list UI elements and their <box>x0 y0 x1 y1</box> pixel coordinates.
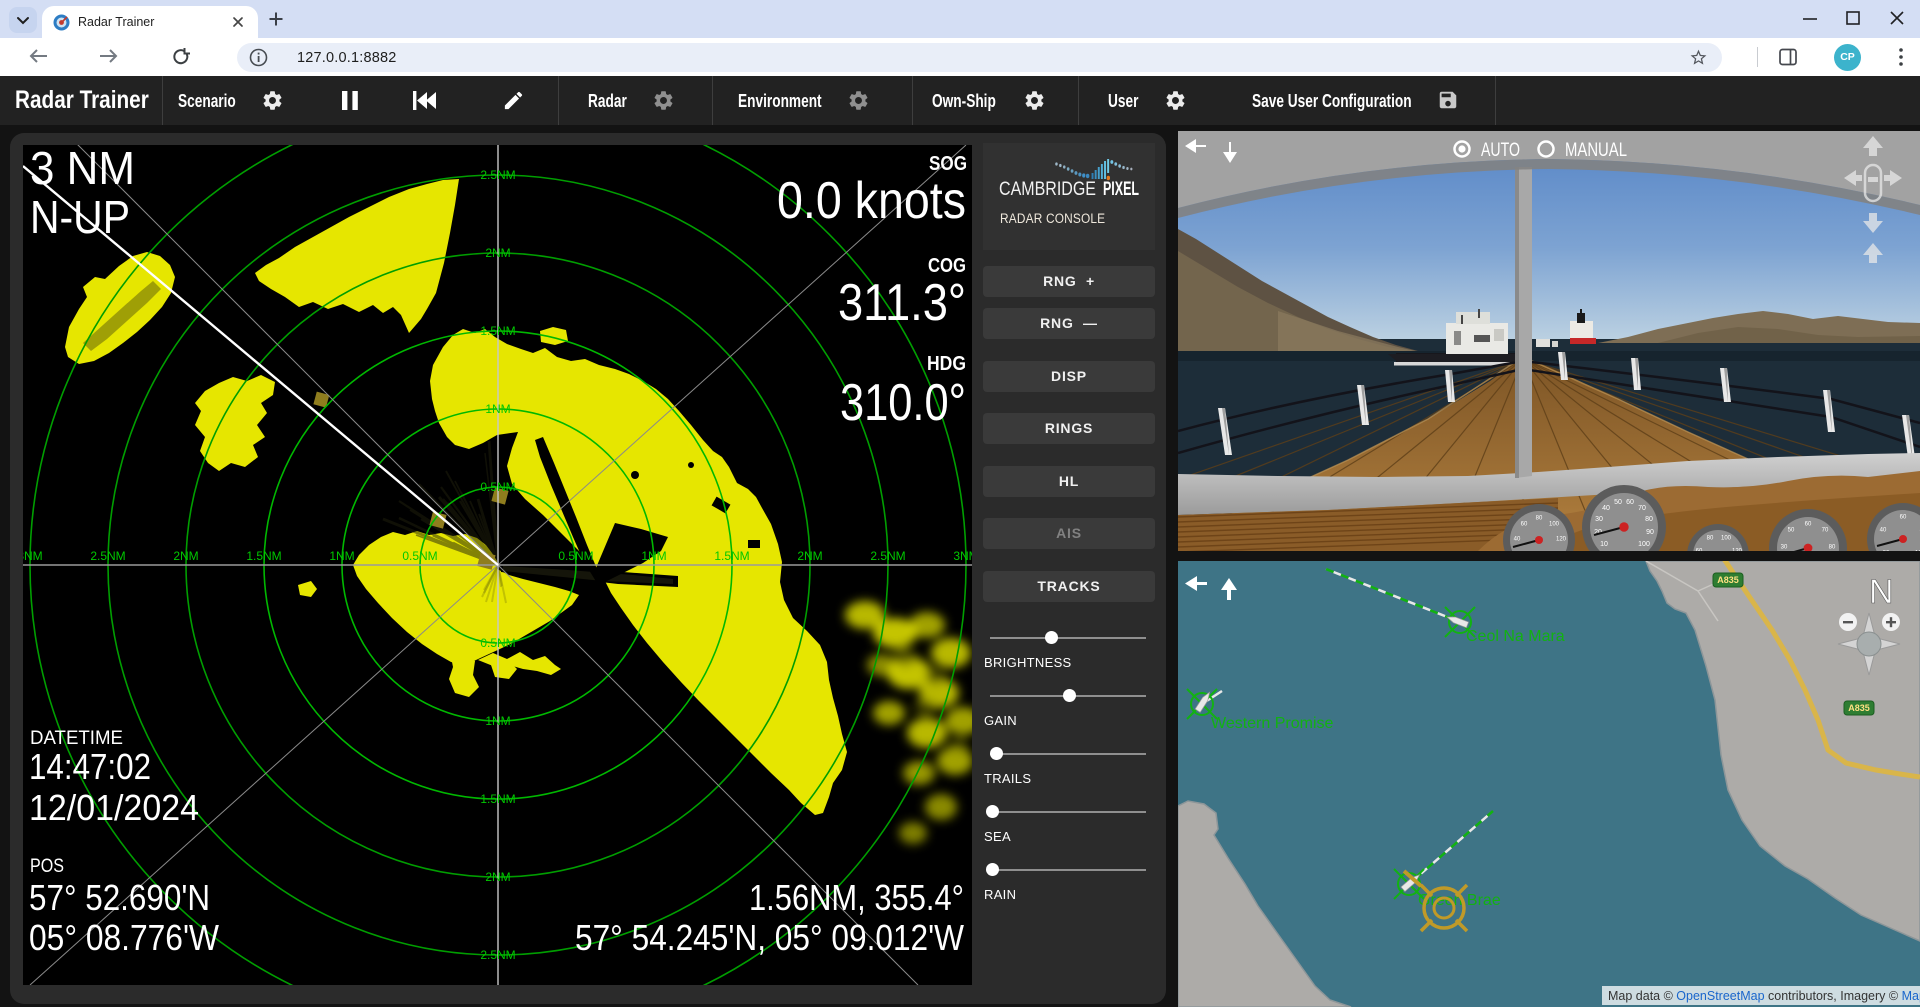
svg-text:2NM: 2NM <box>485 870 510 884</box>
svg-text:1.5NM: 1.5NM <box>480 792 515 806</box>
svg-text:50: 50 <box>1788 528 1795 534</box>
svg-text:50: 50 <box>1614 499 1622 506</box>
svg-text:A835: A835 <box>1848 703 1870 713</box>
svg-text:12/01/2024: 12/01/2024 <box>29 787 199 828</box>
svg-text:120: 120 <box>1732 549 1743 551</box>
svg-text:80: 80 <box>1707 536 1714 542</box>
svg-text:0.0 knots: 0.0 knots <box>777 172 966 230</box>
svg-text:0.5NM: 0.5NM <box>480 480 515 494</box>
svg-text:1.56NM, 355.4°: 1.56NM, 355.4° <box>749 877 964 918</box>
svg-text:60: 60 <box>1626 499 1634 506</box>
svg-text:57° 54.245'N, 05° 09.012'W: 57° 54.245'N, 05° 09.012'W <box>575 917 964 958</box>
svg-text:Western Promise: Western Promise <box>1211 715 1334 732</box>
svg-text:120: 120 <box>1556 537 1567 543</box>
svg-text:60: 60 <box>1696 549 1703 551</box>
svg-text:30: 30 <box>1595 516 1603 523</box>
svg-text:2NM: 2NM <box>797 549 822 563</box>
svg-text:311.3°: 311.3° <box>838 274 966 332</box>
svg-text:MANUAL: MANUAL <box>1565 140 1627 161</box>
svg-text:1NM: 1NM <box>485 714 510 728</box>
svg-text:57° 52.690'N: 57° 52.690'N <box>29 877 210 918</box>
svg-text:05° 08.776'W: 05° 08.776'W <box>29 917 219 958</box>
svg-text:90: 90 <box>1646 529 1654 536</box>
svg-text:0.5NM: 0.5NM <box>480 636 515 650</box>
svg-text:CAMBRIDGE: CAMBRIDGE <box>999 179 1096 199</box>
svg-text:2NM: 2NM <box>173 549 198 563</box>
svg-text:3 NM: 3 NM <box>30 145 135 194</box>
svg-text:Ceol Na Mara: Ceol Na Mara <box>1466 628 1565 645</box>
svg-text:0.5NM: 0.5NM <box>402 549 437 563</box>
svg-text:3NM: 3NM <box>953 549 972 563</box>
svg-text:80: 80 <box>1645 516 1653 523</box>
svg-text:60: 60 <box>1900 515 1907 521</box>
svg-text:14:47:02: 14:47:02 <box>29 746 151 787</box>
svg-text:2.5NM: 2.5NM <box>90 549 125 563</box>
svg-text:70: 70 <box>1638 505 1646 512</box>
svg-text:1.5NM: 1.5NM <box>246 549 281 563</box>
svg-text:0.5NM: 0.5NM <box>558 549 593 563</box>
svg-text:10: 10 <box>1600 541 1608 548</box>
svg-text:70: 70 <box>1822 528 1829 534</box>
svg-text:N-UP: N-UP <box>30 191 130 243</box>
svg-text:2.5NM: 2.5NM <box>480 168 515 182</box>
svg-text:1.5NM: 1.5NM <box>480 324 515 338</box>
svg-text:60: 60 <box>1521 522 1528 528</box>
svg-text:A835: A835 <box>1717 575 1739 585</box>
svg-text:2.5NM: 2.5NM <box>480 948 515 962</box>
svg-text:POS: POS <box>30 856 64 877</box>
svg-text:30: 30 <box>1781 545 1788 551</box>
svg-text:40: 40 <box>1880 528 1887 534</box>
svg-text:100: 100 <box>1549 522 1560 528</box>
svg-text:80: 80 <box>1536 516 1543 522</box>
svg-text:40: 40 <box>1602 505 1610 512</box>
svg-text:PIXEL: PIXEL <box>1103 179 1139 199</box>
svg-text:2NM: 2NM <box>485 246 510 260</box>
svg-text:Map data © OpenStreetMap contr: Map data © OpenStreetMap contributors, I… <box>1608 989 1920 1003</box>
svg-text:1NM: 1NM <box>485 402 510 416</box>
svg-text:HDG: HDG <box>927 353 966 375</box>
svg-text:1NM: 1NM <box>641 549 666 563</box>
svg-text:310.0°: 310.0° <box>840 374 966 432</box>
svg-text:3NM: 3NM <box>23 549 43 563</box>
svg-text:100: 100 <box>1638 541 1650 548</box>
svg-text:80: 80 <box>1829 545 1836 551</box>
svg-text:1NM: 1NM <box>329 549 354 563</box>
svg-text:N: N <box>1869 573 1894 611</box>
svg-text:2.5NM: 2.5NM <box>870 549 905 563</box>
svg-text:60: 60 <box>1805 522 1812 528</box>
svg-text:AUTO: AUTO <box>1481 140 1520 161</box>
svg-text:40: 40 <box>1514 537 1521 543</box>
svg-text:100: 100 <box>1721 536 1732 542</box>
svg-text:1.5NM: 1.5NM <box>714 549 749 563</box>
